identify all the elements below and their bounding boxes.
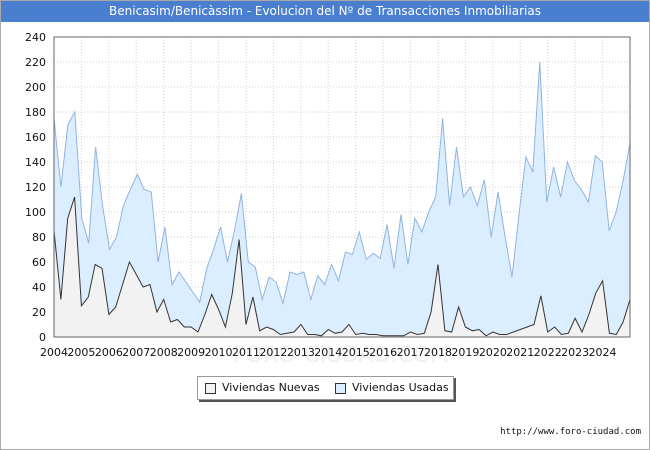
x-tick-label: 2017 xyxy=(397,346,425,359)
y-tick-label: 200 xyxy=(25,81,46,94)
x-tick-label: 2010 xyxy=(205,346,233,359)
x-tick-label: 2023 xyxy=(561,346,589,359)
x-tick-label: 2020 xyxy=(479,346,507,359)
legend-label-usadas: Viviendas Usadas xyxy=(352,381,449,394)
x-tick-label: 2007 xyxy=(122,346,150,359)
x-tick-label: 2016 xyxy=(369,346,397,359)
x-tick-label: 2013 xyxy=(287,346,315,359)
x-tick-label: 2021 xyxy=(506,346,534,359)
x-tick-label: 2004 xyxy=(40,346,68,359)
legend-swatch-usadas xyxy=(335,383,346,394)
y-tick-label: 140 xyxy=(25,156,46,169)
x-tick-label: 2022 xyxy=(534,346,562,359)
legend: Viviendas Nuevas Viviendas Usadas xyxy=(197,376,454,400)
y-tick-label: 160 xyxy=(25,131,46,144)
x-tick-label: 2008 xyxy=(150,346,178,359)
y-tick-label: 180 xyxy=(25,106,46,119)
x-tick-label: 2024 xyxy=(589,346,617,359)
x-tick-label: 2019 xyxy=(451,346,479,359)
x-tick-label: 2012 xyxy=(259,346,287,359)
y-tick-label: 120 xyxy=(25,181,46,194)
legend-swatch-nuevas xyxy=(205,383,216,394)
x-tick-label: 2015 xyxy=(342,346,370,359)
x-tick-label: 2005 xyxy=(67,346,95,359)
legend-item-usadas: Viviendas Usadas xyxy=(335,381,449,395)
x-tick-label: 2009 xyxy=(177,346,205,359)
y-axis-ticks: 0 20 40 60 80 100 120 140 160 180 200 220 240 xyxy=(25,31,46,344)
x-axis-ticks: 2004 2005 2006 2007 2008 2009 2010 2011 2012 2013… xyxy=(40,346,617,359)
y-tick-label: 60 xyxy=(32,256,46,269)
y-tick-label: 100 xyxy=(25,206,46,219)
series-areas xyxy=(53,61,631,337)
y-tick-label: 20 xyxy=(32,306,46,319)
legend-label-nuevas: Viviendas Nuevas xyxy=(222,381,320,394)
x-tick-label: 2018 xyxy=(424,346,452,359)
y-tick-label: 40 xyxy=(32,281,46,294)
source-url: http://www.foro-ciudad.com xyxy=(500,427,641,437)
y-tick-label: 0 xyxy=(39,331,46,344)
legend-item-nuevas: Viviendas Nuevas xyxy=(205,381,320,395)
x-tick-label: 2014 xyxy=(314,346,342,359)
y-tick-label: 80 xyxy=(32,231,46,244)
x-tick-label: 2006 xyxy=(95,346,123,359)
y-tick-label: 240 xyxy=(25,31,46,44)
x-tick-label: 2011 xyxy=(232,346,260,359)
y-tick-label: 220 xyxy=(25,56,46,69)
